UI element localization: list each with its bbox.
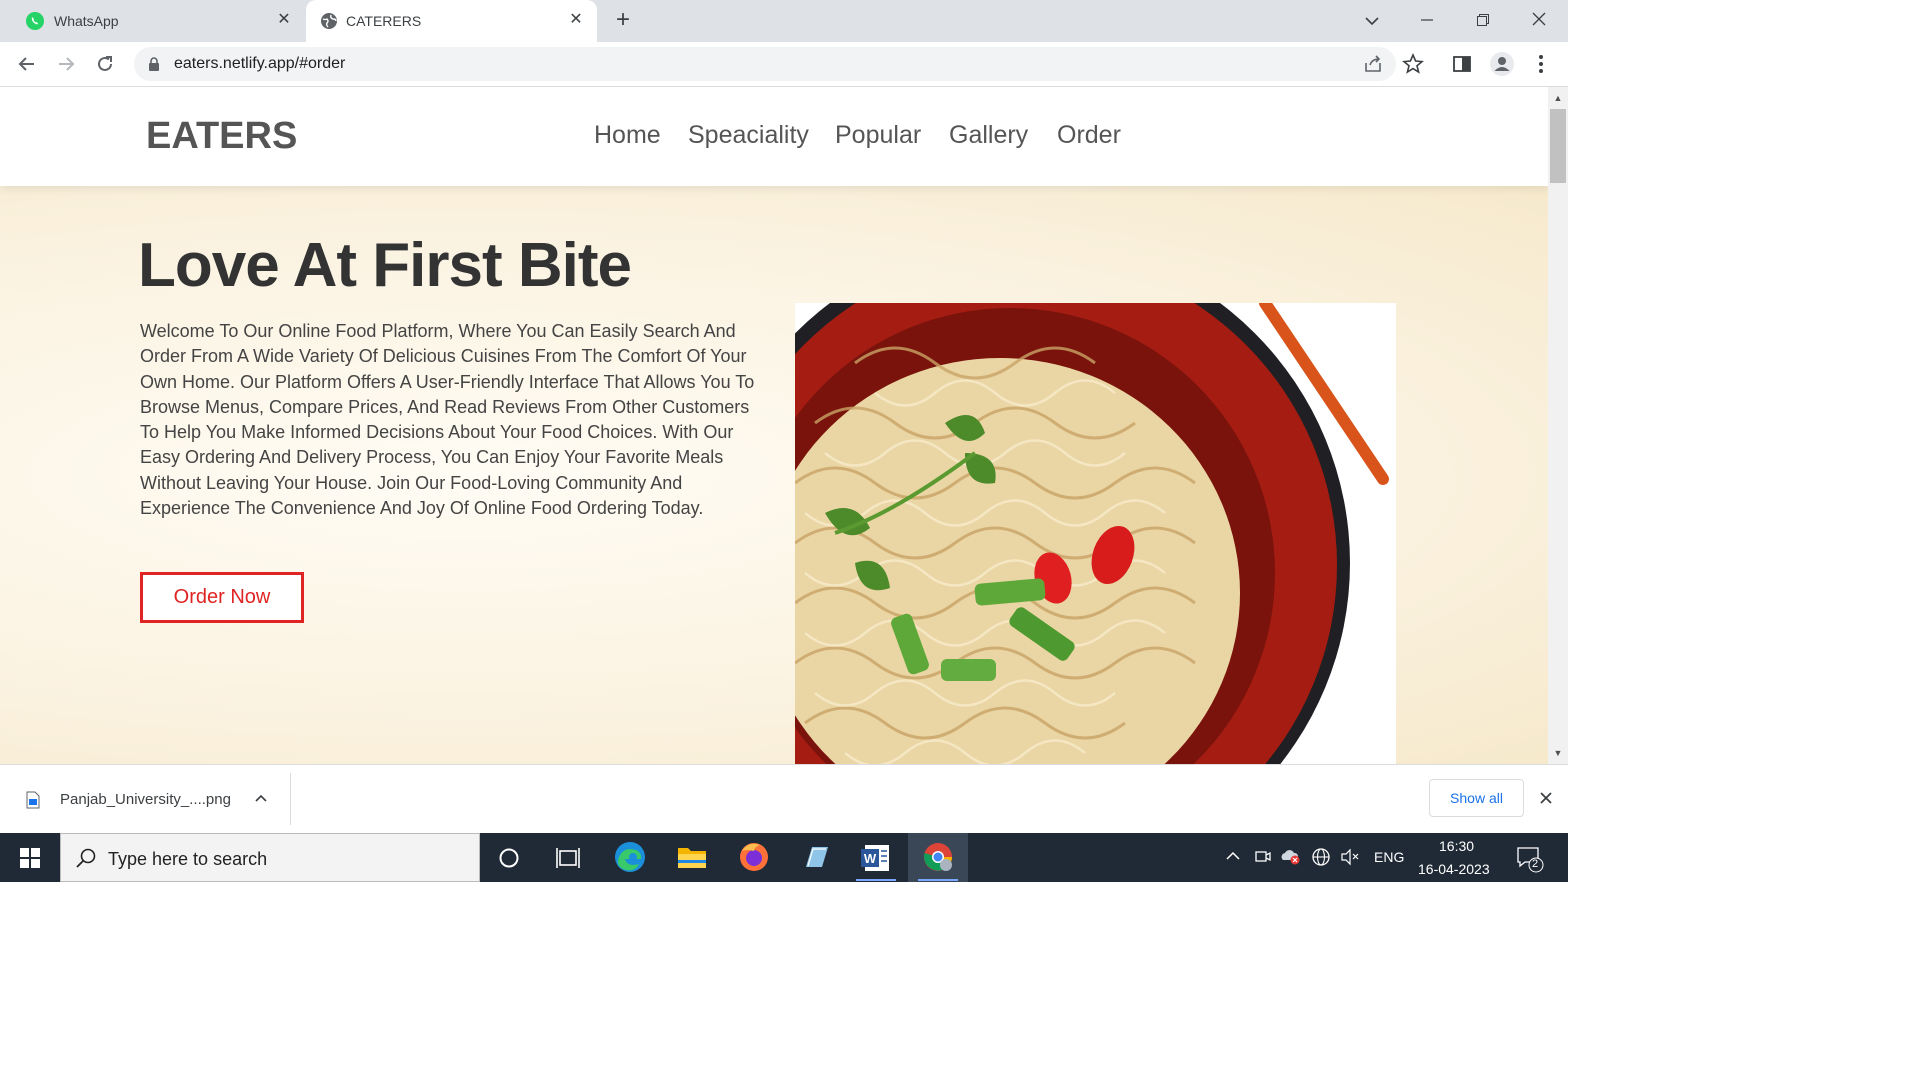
svg-text:W: W [864,851,877,866]
nav-home[interactable]: Home [594,121,661,150]
lock-icon [148,57,160,71]
search-icon [75,847,97,874]
download-filename[interactable]: Panjab_University_....png [60,791,231,808]
tab-title: WhatsApp [54,13,119,29]
tab-strip: WhatsApp ✕ CATERERS ✕ + [0,0,1568,42]
scroll-up-icon[interactable]: ▲ [1553,93,1563,103]
scroll-down-icon[interactable]: ▼ [1553,748,1563,758]
notepad-icon[interactable] [786,833,846,882]
scrollbar-thumb[interactable] [1550,109,1566,183]
image-file-icon [26,791,40,814]
show-all-button[interactable]: Show all [1429,779,1524,817]
bookmark-star-icon[interactable] [1400,51,1426,77]
network-globe-icon[interactable] [1311,847,1331,872]
site-header: EATERS Home Speaciality Popular Gallery … [0,87,1548,186]
chevron-up-icon[interactable] [254,791,268,810]
close-tab-icon[interactable]: ✕ [274,10,294,30]
page-viewport: EATERS Home Speaciality Popular Gallery … [0,87,1548,764]
download-shelf: Panjab_University_....png Show all [0,764,1568,833]
site-logo[interactable]: EATERS [146,115,297,158]
share-icon[interactable] [1360,51,1386,77]
minimize-icon[interactable] [1407,8,1447,34]
windows-start-icon[interactable] [0,833,60,882]
restore-icon[interactable] [1463,8,1503,34]
tray-chevron-up-icon[interactable] [1224,847,1242,870]
windows-taskbar: Type here to search W ENG 16:30 16-04-20… [0,833,1568,882]
hero-title: Love At First Bite [138,231,632,300]
onedrive-icon[interactable] [1280,847,1302,870]
firefox-icon[interactable] [724,833,784,882]
browser-toolbar: eaters.netlify.app/#order [0,42,1568,87]
notification-count: 2 [1532,858,1539,870]
order-now-button[interactable]: Order Now [140,572,304,623]
reload-icon[interactable] [92,51,118,77]
meet-now-icon[interactable] [1254,847,1272,870]
profile-avatar-icon[interactable] [1489,51,1515,77]
side-panel-icon[interactable] [1449,51,1475,77]
nav-order[interactable]: Order [1057,121,1121,150]
close-window-icon[interactable] [1519,8,1559,34]
chrome-icon[interactable] [908,833,968,882]
word-icon[interactable]: W [846,833,906,882]
tab-title: CATERERS [346,13,422,29]
tab-search-icon[interactable] [1352,8,1392,34]
cortana-icon[interactable] [480,833,540,882]
close-tab-icon[interactable]: ✕ [566,10,586,30]
nav-popular[interactable]: Popular [835,121,921,150]
taskbar-search-input[interactable]: Type here to search [60,833,480,882]
nav-speaciality[interactable]: Speaciality [688,121,809,150]
url-text: eaters.netlify.app/#order [174,55,346,72]
search-placeholder: Type here to search [108,849,268,869]
clock-date[interactable]: 16-04-2023 [1418,861,1490,877]
nav-gallery[interactable]: Gallery [949,121,1028,150]
task-view-icon[interactable] [538,833,598,882]
notifications-icon[interactable]: 2 [1516,845,1546,878]
noodle-bowl-image [795,303,1396,764]
menu-dots-icon[interactable] [1528,51,1554,77]
tab-whatsapp[interactable]: WhatsApp ✕ [0,0,300,42]
clock-time[interactable]: 16:30 [1439,838,1474,854]
file-explorer-icon[interactable] [662,833,722,882]
divider [290,773,291,825]
close-shelf-icon[interactable] [1539,791,1553,810]
page-scrollbar[interactable]: ▲ ▼ [1548,87,1568,764]
edge-icon[interactable] [600,833,660,882]
whatsapp-icon [26,12,44,30]
back-icon[interactable] [14,51,40,77]
hero-section: Love At First Bite Welcome To Our Online… [0,186,1548,764]
address-bar[interactable]: eaters.netlify.app/#order [134,47,1396,81]
speaker-muted-icon[interactable] [1340,847,1360,872]
forward-icon[interactable] [53,51,79,77]
hero-description: Welcome To Our Online Food Platform, Whe… [140,321,755,519]
language-indicator[interactable]: ENG [1374,849,1404,865]
tab-caterers[interactable]: CATERERS ✕ [306,0,597,42]
new-tab-button[interactable]: + [610,8,636,34]
globe-icon [320,12,338,30]
